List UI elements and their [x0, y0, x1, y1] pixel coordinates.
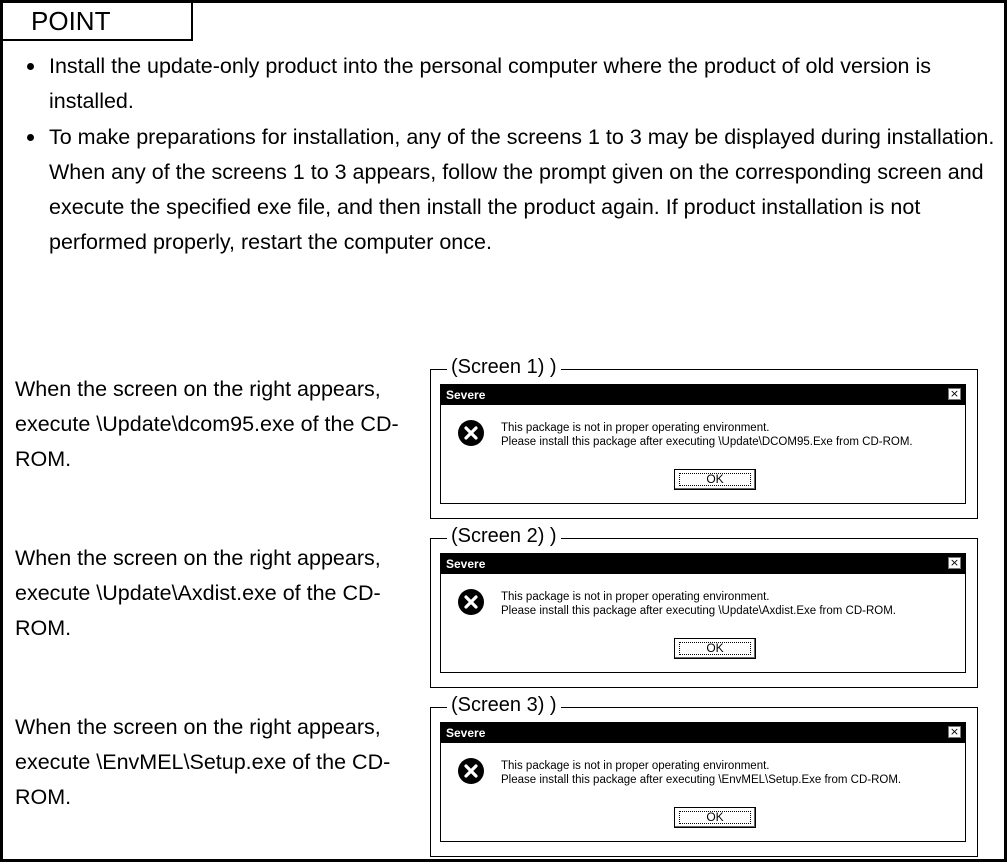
focus-ring — [679, 473, 751, 486]
dialog-message-line: This package is not in proper operating … — [501, 760, 770, 772]
dialog-titlebar: Severe × — [441, 554, 965, 574]
close-icon[interactable]: × — [948, 388, 961, 400]
screen-3-dialog: Severe × This package is not in proper o… — [440, 722, 966, 842]
bullet-dot-icon — [27, 63, 34, 70]
screen-1-group: (Screen 1) ) Severe × This package is no… — [430, 354, 978, 519]
dialog-message-line: Please install this package after execut… — [501, 774, 902, 786]
screen-1-description: When the screen on the right appears, ex… — [15, 377, 399, 471]
focus-ring — [679, 811, 751, 824]
dialog-message-line: Please install this package after execut… — [501, 436, 913, 448]
bullet-item: To make preparations for installation, a… — [13, 120, 998, 260]
point-label: POINT — [3, 3, 193, 41]
bullet-text: Install the update-only product into the… — [49, 54, 932, 113]
point-box: POINT Install the update-only product in… — [0, 0, 1007, 862]
screen-3-group: (Screen 3) ) Severe × This package is no… — [430, 692, 978, 857]
dialog-message: This package is not in proper operating … — [501, 590, 896, 618]
bullet-dot-icon — [27, 134, 34, 141]
dialog-message-line: This package is not in proper operating … — [501, 591, 770, 603]
close-icon[interactable]: × — [948, 726, 961, 738]
ok-button[interactable]: OK — [674, 638, 756, 659]
dialog-title: Severe — [446, 726, 486, 740]
screen-2-description: When the screen on the right appears, ex… — [15, 546, 381, 640]
screen-3-description: When the screen on the right appears, ex… — [15, 715, 391, 809]
screen-1-dialog: Severe × This package is not in proper o… — [440, 384, 966, 504]
dialog-message-line: Please install this package after execut… — [501, 605, 897, 617]
dialog-message: This package is not in proper operating … — [501, 759, 901, 787]
error-icon — [458, 420, 484, 446]
focus-ring — [679, 642, 751, 655]
close-icon[interactable]: × — [948, 557, 961, 569]
bullet-list: Install the update-only product into the… — [13, 49, 998, 261]
bullet-text: To make preparations for installation, a… — [49, 125, 995, 254]
dialog-titlebar: Severe × — [441, 723, 965, 743]
dialog-title: Severe — [446, 557, 486, 571]
error-icon — [458, 758, 484, 784]
ok-button[interactable]: OK — [674, 807, 756, 828]
screen-3-legend: (Screen 3) ) — [447, 692, 561, 718]
dialog-title: Severe — [446, 388, 486, 402]
dialog-message-line: This package is not in proper operating … — [501, 422, 770, 434]
dialog-titlebar: Severe × — [441, 385, 965, 405]
dialog-message: This package is not in proper operating … — [501, 421, 913, 449]
screen-2-dialog: Severe × This package is not in proper o… — [440, 553, 966, 673]
screen-2-legend: (Screen 2) ) — [447, 523, 561, 549]
error-icon — [458, 589, 484, 615]
screen-2-group: (Screen 2) ) Severe × This package is no… — [430, 523, 978, 688]
ok-button[interactable]: OK — [674, 469, 756, 490]
bullet-item: Install the update-only product into the… — [13, 49, 998, 119]
screen-1-legend: (Screen 1) ) — [447, 354, 561, 380]
